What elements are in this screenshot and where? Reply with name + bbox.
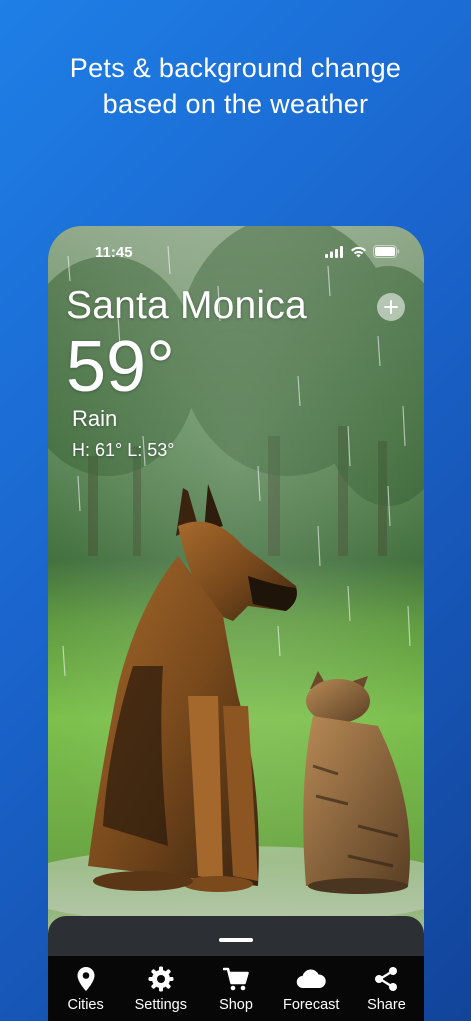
sheet-drag-handle[interactable] xyxy=(219,938,253,942)
weather-condition: Rain xyxy=(72,406,118,431)
tab-share[interactable]: Share xyxy=(349,956,424,1021)
city-name: Santa Monica xyxy=(66,284,307,327)
cellular-signal-icon xyxy=(325,245,343,258)
tab-label-settings: Settings xyxy=(134,997,187,1013)
tab-label-shop: Shop xyxy=(219,997,253,1013)
promo-headline: Pets & background change based on the we… xyxy=(0,50,471,122)
battery-icon xyxy=(373,245,400,258)
wifi-icon xyxy=(351,246,366,257)
tab-bar: Cities Settings Shop Forecast Share xyxy=(48,956,424,1021)
tab-forecast[interactable]: Forecast xyxy=(274,956,349,1021)
tab-cities[interactable]: Cities xyxy=(48,956,123,1021)
current-temperature: 59° xyxy=(66,327,175,407)
share-icon xyxy=(375,967,398,991)
phone-frame: 11:45 Santa Monica 59° Rain H: 61° L: 53… xyxy=(48,226,424,1021)
tab-label-forecast: Forecast xyxy=(283,997,340,1013)
cart-icon xyxy=(223,967,249,991)
tab-label-cities: Cities xyxy=(67,997,104,1013)
forecast-sheet[interactable] xyxy=(48,916,424,956)
status-bar-time: 11:45 xyxy=(95,244,133,261)
tab-label-share: Share xyxy=(367,997,406,1013)
tab-settings[interactable]: Settings xyxy=(123,956,198,1021)
status-bar-icons xyxy=(325,245,400,258)
gear-icon xyxy=(148,966,174,992)
cloud-icon xyxy=(296,969,326,989)
tab-shop[interactable]: Shop xyxy=(198,956,273,1021)
add-city-button[interactable] xyxy=(377,293,405,321)
headline-line-2: based on the weather xyxy=(102,89,369,119)
plus-icon xyxy=(384,300,398,314)
high-low-temperature: H: 61° L: 53° xyxy=(72,440,175,460)
headline-line-1: Pets & background change xyxy=(69,53,402,83)
location-pin-icon xyxy=(77,967,95,991)
